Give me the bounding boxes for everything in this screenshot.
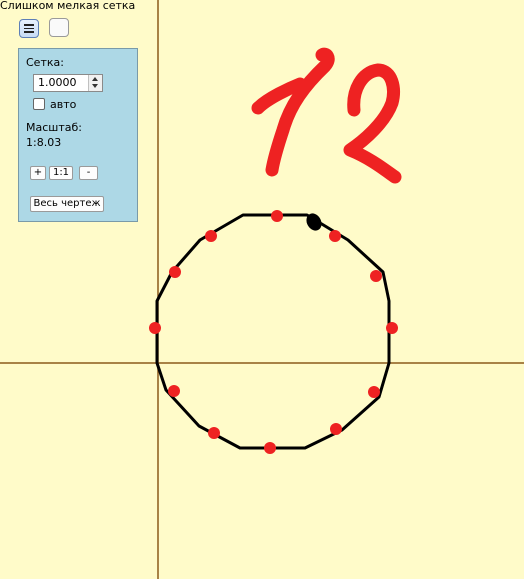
zoom-in-button[interactable]: +	[30, 166, 46, 180]
point[interactable]	[329, 230, 341, 242]
spinner-arrows[interactable]	[88, 75, 102, 91]
point[interactable]	[386, 322, 398, 334]
scale-value: 1:8.03	[26, 136, 62, 149]
point[interactable]	[264, 442, 276, 454]
point[interactable]	[370, 270, 382, 282]
point[interactable]	[205, 230, 217, 242]
spin-up-icon[interactable]	[92, 77, 98, 81]
grid-panel: Сетка: 1.0000 авто Масштаб: 1:8.03 + 1:1…	[18, 48, 138, 222]
blank-tool-button[interactable]	[49, 18, 69, 37]
point[interactable]	[169, 266, 181, 278]
grid-step-spinner[interactable]: 1.0000	[33, 74, 103, 92]
point[interactable]	[368, 386, 380, 398]
point[interactable]	[330, 423, 342, 435]
polygon-points[interactable]	[149, 210, 398, 454]
point[interactable]	[149, 322, 161, 334]
menu-button[interactable]	[19, 19, 39, 38]
point[interactable]	[271, 210, 283, 222]
scale-label: Масштаб:	[26, 121, 82, 134]
grid-label: Сетка:	[26, 56, 64, 69]
handwritten-12	[251, 47, 402, 184]
point[interactable]	[168, 385, 180, 397]
spin-down-icon[interactable]	[92, 84, 98, 88]
hamburger-menu-icon	[24, 24, 34, 33]
grid-warning-text: Слишком мелкая сетка	[0, 0, 136, 12]
fit-all-button[interactable]: Весь чертеж	[30, 196, 104, 212]
zoom-reset-button[interactable]: 1:1	[49, 166, 73, 180]
point[interactable]	[208, 427, 220, 439]
auto-label: авто	[50, 98, 77, 111]
grid-step-value[interactable]: 1.0000	[38, 76, 77, 89]
auto-checkbox[interactable]	[33, 98, 45, 110]
zoom-out-button[interactable]: -	[79, 166, 98, 180]
polygon-outline[interactable]	[155, 213, 391, 450]
